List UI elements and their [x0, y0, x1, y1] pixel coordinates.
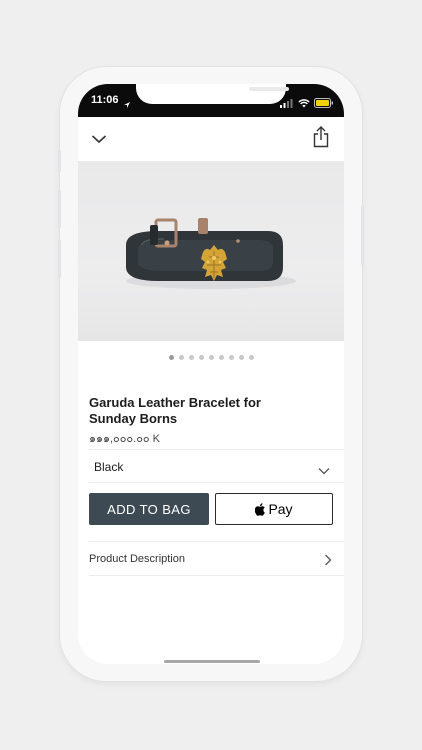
apple-pay-label: Pay: [268, 501, 293, 517]
variant-selected-value: Black: [94, 460, 124, 474]
pagination-dot[interactable]: [248, 355, 254, 360]
wifi-icon: [298, 95, 310, 113]
volume-down-button: [58, 240, 61, 278]
pagination-dot[interactable]: [198, 355, 204, 360]
share-icon[interactable]: [312, 125, 330, 149]
status-icons: [280, 95, 334, 113]
pagination-dot[interactable]: [168, 355, 174, 360]
top-bar: [78, 117, 344, 161]
product-description-row[interactable]: Product Description: [78, 542, 344, 576]
app-screen: 11:06 Garuda Leather Bracelet for Sunday…: [78, 84, 344, 664]
variant-select[interactable]: Black: [78, 450, 344, 482]
pagination-dot[interactable]: [208, 355, 214, 360]
pagination-dot[interactable]: [218, 355, 224, 360]
close-chevron-down-icon[interactable]: [88, 131, 110, 147]
signal-icon: [280, 95, 294, 113]
chevron-down-icon: [318, 462, 330, 480]
apple-pay-button[interactable]: Pay: [215, 493, 333, 525]
divider: [89, 482, 344, 483]
battery-icon: [314, 95, 334, 113]
speaker: [249, 87, 289, 91]
pagination-dot[interactable]: [228, 355, 234, 360]
pagination-dot[interactable]: [178, 355, 184, 360]
product-image[interactable]: [78, 161, 344, 341]
volume-up-button: [58, 190, 61, 228]
product-price: ๑๑๑,๐๐๐.๐๐ K: [89, 433, 161, 445]
side-button: [58, 150, 61, 172]
image-pagination: [78, 355, 344, 360]
home-indicator: [164, 660, 260, 663]
product-description-label: Product Description: [89, 553, 185, 565]
status-time: 11:06: [91, 94, 119, 106]
product-title: Garuda Leather Bracelet for Sunday Borns: [89, 395, 261, 426]
add-to-bag-button[interactable]: ADD TO BAG: [89, 493, 209, 525]
power-button: [361, 205, 364, 265]
pagination-dot[interactable]: [238, 355, 244, 360]
location-arrow-icon: [123, 96, 131, 114]
status-bar: 11:06: [78, 84, 344, 117]
divider: [89, 575, 344, 576]
chevron-right-icon: [324, 553, 332, 571]
pagination-dot[interactable]: [188, 355, 194, 360]
bracelet-illustration: [126, 218, 296, 289]
notch: [136, 84, 289, 104]
apple-logo-icon: [255, 502, 266, 516]
